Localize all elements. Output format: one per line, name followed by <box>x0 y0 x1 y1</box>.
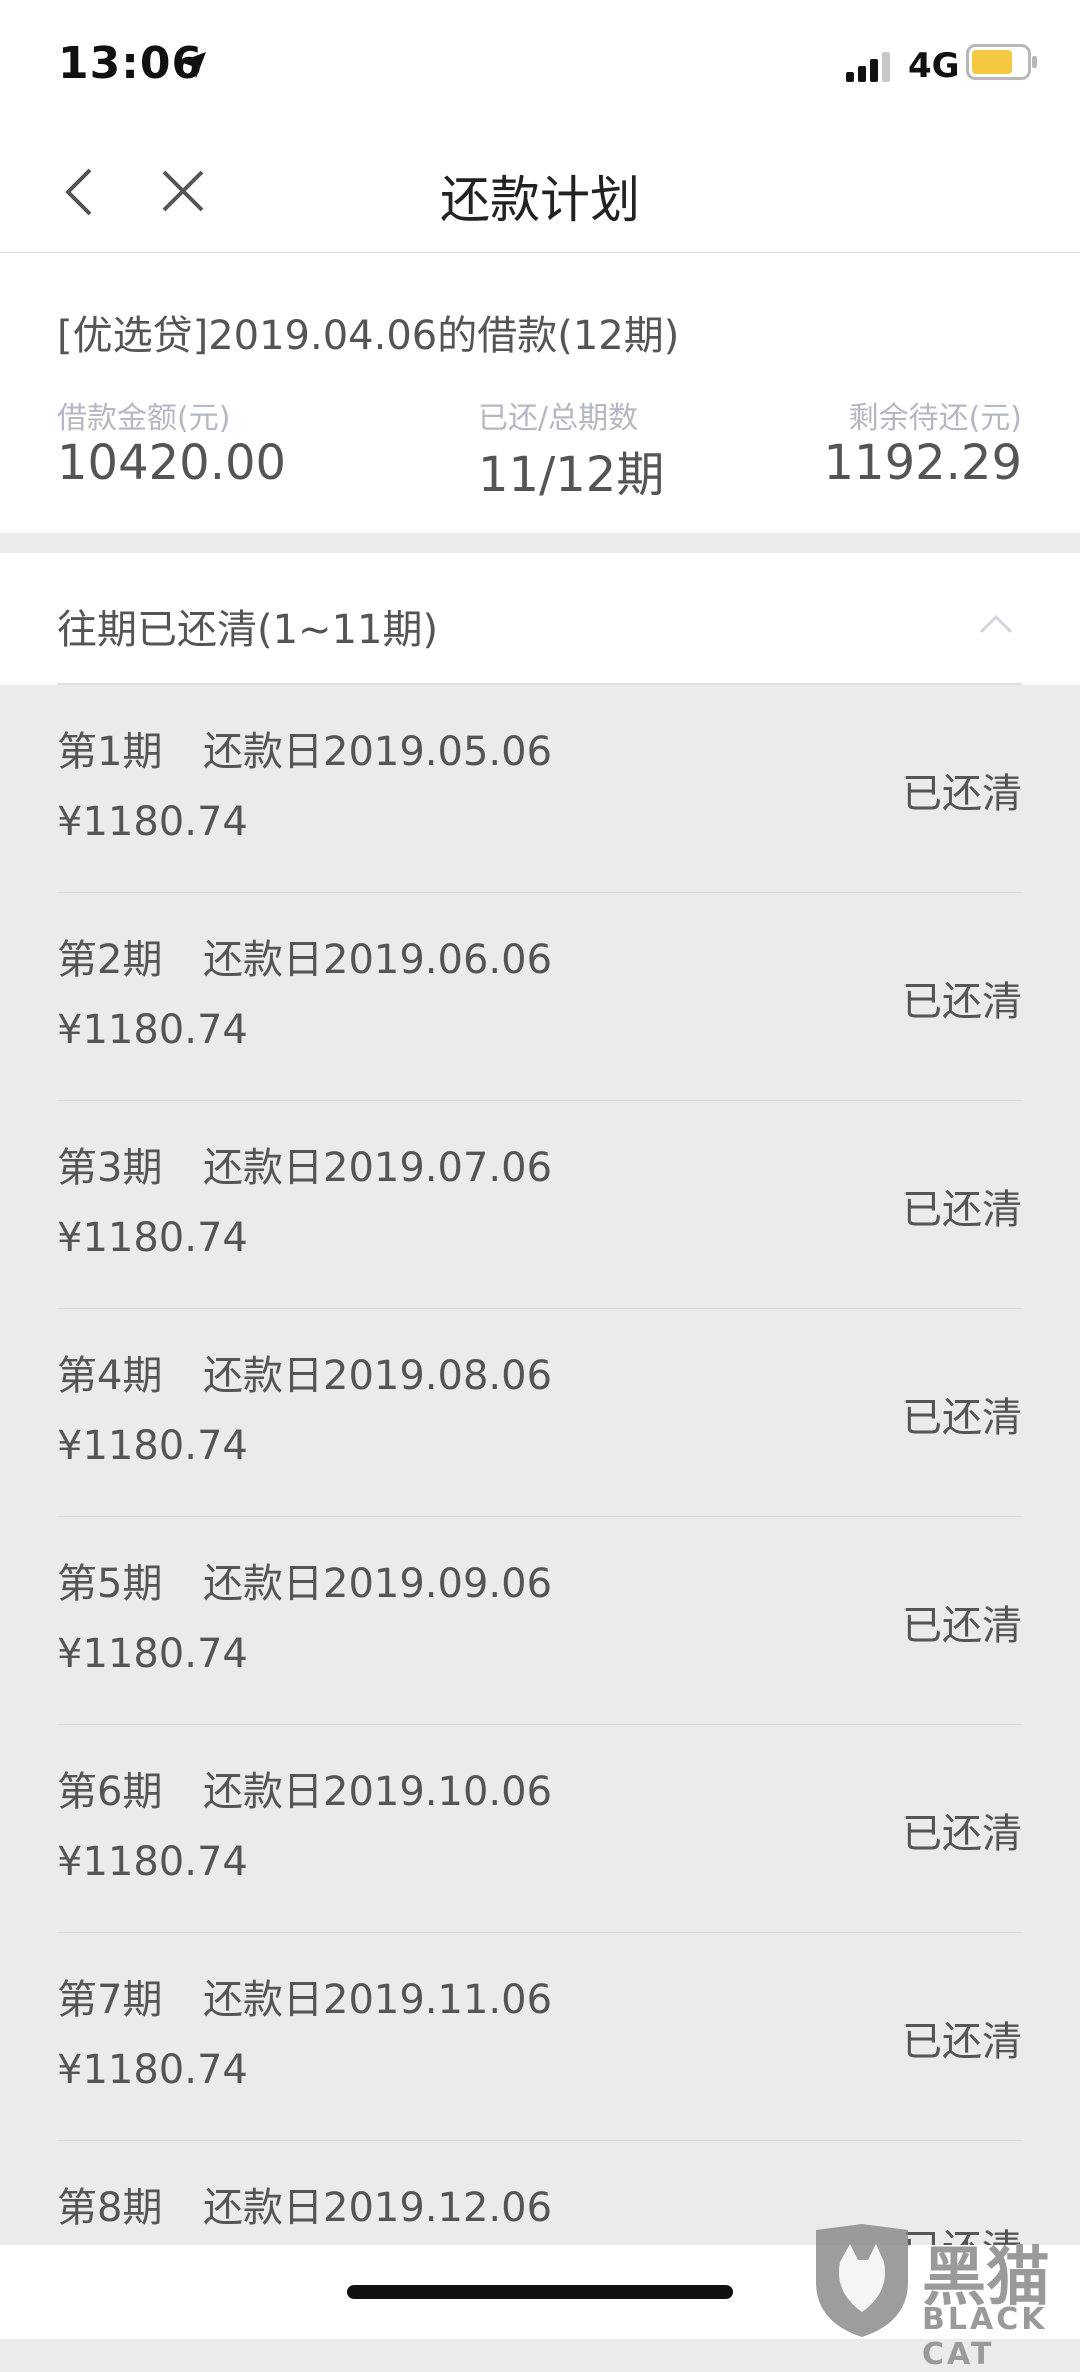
installment-due-date: 还款日2019.10.06 <box>203 1769 553 1815</box>
black-cat-watermark: 黑猫 BLACK CAT <box>810 2222 1080 2372</box>
list-item: 第6期 还款日2019.10.06 ¥1180.74 已还清 <box>57 1725 1022 1933</box>
installment-status: 已还清 <box>902 1187 1022 1233</box>
installment-due-date: 还款日2019.06.06 <box>203 937 553 983</box>
cellular-signal-icon <box>846 52 896 86</box>
installment-status: 已还清 <box>902 1811 1022 1857</box>
installment-due-date: 还款日2019.08.06 <box>203 1353 553 1399</box>
installment-due-date: 还款日2019.07.06 <box>203 1145 553 1191</box>
list-item: 第4期 还款日2019.08.06 ¥1180.74 已还清 <box>57 1309 1022 1517</box>
installment-period: 第5期 <box>57 1561 163 1607</box>
chevron-up-icon[interactable] <box>978 613 1014 639</box>
installment-amount: ¥1180.74 <box>57 1423 248 1469</box>
installment-period: 第4期 <box>57 1353 163 1399</box>
list-item: 第3期 还款日2019.07.06 ¥1180.74 已还清 <box>57 1101 1022 1309</box>
watermark-en-text: BLACK CAT <box>922 2302 1048 2372</box>
installment-amount: ¥1180.74 <box>57 1007 248 1053</box>
installment-due-date: 还款日2019.11.06 <box>203 1977 553 2023</box>
status-bar: 13:06 4G <box>0 0 1080 130</box>
loan-amount-value: 10420.00 <box>57 435 287 491</box>
installment-amount: ¥1180.74 <box>57 1631 248 1677</box>
page-title: 还款计划 <box>440 171 640 229</box>
location-arrow-icon <box>178 50 208 84</box>
loan-summary-card: [优选贷]2019.04.06的借款(12期) 借款金额(元) 10420.00… <box>0 253 1080 533</box>
installment-due-date: 还款日2019.09.06 <box>203 1561 553 1607</box>
list-item: 第1期 还款日2019.05.06 ¥1180.74 已还清 <box>57 685 1022 893</box>
battery-icon <box>966 44 1038 84</box>
remaining-value: 1192.29 <box>823 435 1023 491</box>
installment-amount: ¥1180.74 <box>57 2047 248 2093</box>
list-item: 第7期 还款日2019.11.06 ¥1180.74 已还清 <box>57 1933 1022 2141</box>
network-type: 4G <box>908 46 960 86</box>
list-item: 第5期 还款日2019.09.06 ¥1180.74 已还清 <box>57 1517 1022 1725</box>
installment-amount: ¥1180.74 <box>57 1839 248 1885</box>
installment-period: 第8期 <box>57 2185 163 2231</box>
installment-status: 已还清 <box>902 2019 1022 2065</box>
paid-total-label: 已还/总期数 <box>478 401 639 436</box>
installment-due-date: 还款日2019.12.06 <box>203 2185 553 2231</box>
installment-due-date: 还款日2019.05.06 <box>203 729 553 775</box>
installment-amount: ¥1180.74 <box>57 799 248 845</box>
installment-period: 第1期 <box>57 729 163 775</box>
installment-period: 第6期 <box>57 1769 163 1815</box>
paid-periods-header[interactable]: 往期已还清(1~11期) <box>0 553 1080 685</box>
paid-periods-title: 往期已还清(1~11期) <box>57 607 439 653</box>
installment-period: 第7期 <box>57 1977 163 2023</box>
installment-period: 第3期 <box>57 1145 163 1191</box>
remaining-label: 剩余待还(元) <box>848 401 1022 436</box>
installment-list[interactable]: 第1期 还款日2019.05.06 ¥1180.74 已还清 第2期 还款日20… <box>0 685 1080 2245</box>
installment-status: 已还清 <box>902 1603 1022 1649</box>
loan-amount-label: 借款金额(元) <box>57 401 231 436</box>
list-item: 第2期 还款日2019.06.06 ¥1180.74 已还清 <box>57 893 1022 1101</box>
paid-total-value: 11/12期 <box>478 447 665 503</box>
loan-title: [优选贷]2019.04.06的借款(12期) <box>57 313 680 359</box>
installment-status: 已还清 <box>902 1395 1022 1441</box>
installment-amount: ¥1180.74 <box>57 1215 248 1261</box>
installment-status: 已还清 <box>902 771 1022 817</box>
home-indicator[interactable] <box>347 2285 733 2299</box>
installment-period: 第2期 <box>57 937 163 983</box>
nav-bar: 还款计划 <box>0 130 1080 253</box>
installment-status: 已还清 <box>902 979 1022 1025</box>
cat-shield-icon <box>810 2222 914 2343</box>
